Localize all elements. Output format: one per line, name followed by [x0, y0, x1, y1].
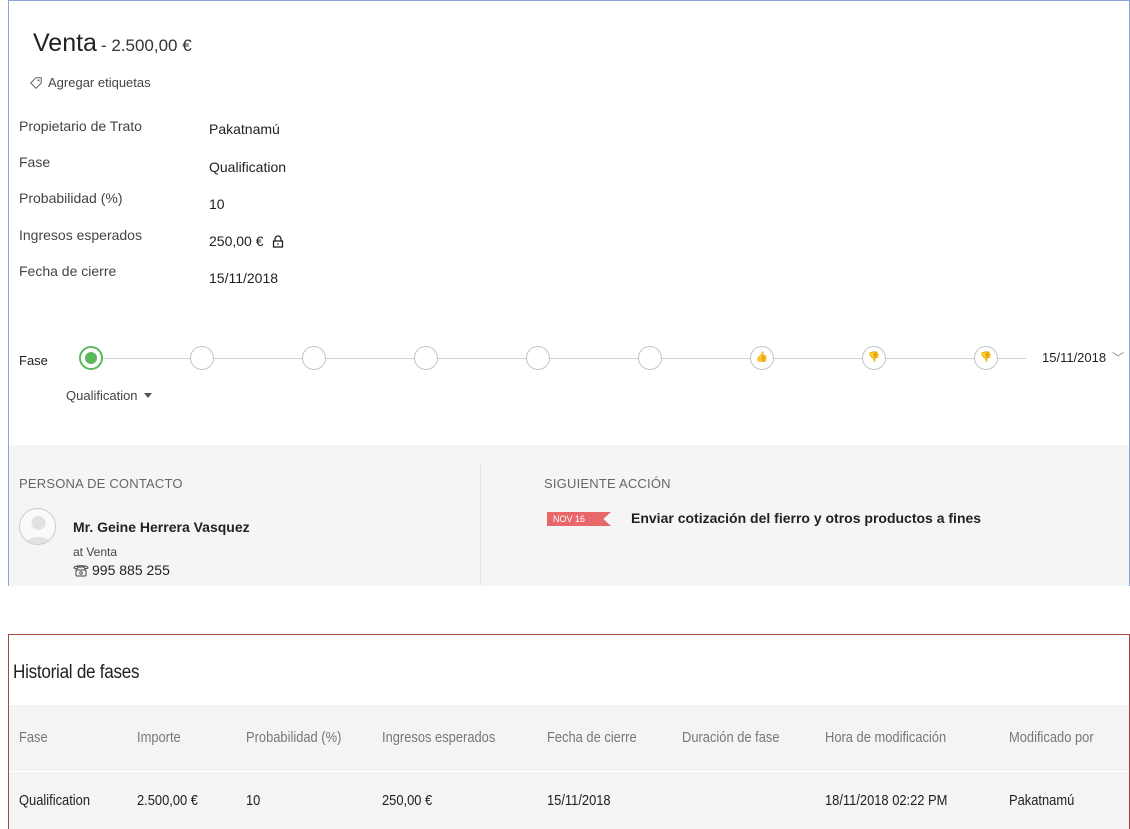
stage-node-lost-competition[interactable]: 👎 [974, 346, 998, 370]
stage-node-3[interactable] [302, 346, 326, 370]
thumbs-down-icon: 👎 [867, 352, 881, 363]
contact-company: at Venta [73, 545, 118, 559]
panel-divider [480, 463, 481, 585]
field-owner-label: Propietario de Trato [19, 118, 142, 134]
contact-phone-number: 995 885 255 [92, 562, 170, 578]
field-stage-label: Fase [19, 154, 51, 170]
next-action-date: NOV 16 [553, 514, 586, 524]
table-cell-amount: 2.500,00 € [137, 792, 198, 809]
table-cell-stage: Qualification [19, 792, 90, 809]
field-probability-label: Probabilidad (%) [19, 190, 123, 206]
field-stage-value[interactable]: Qualification [209, 159, 286, 175]
contact-avatar[interactable] [19, 508, 56, 545]
lock-icon [272, 234, 283, 248]
stage-select-dropdown[interactable]: Qualification [66, 388, 152, 403]
field-closing-date-label: Fecha de cierre [19, 263, 117, 279]
table-cell-probability: 10 [246, 792, 261, 809]
next-action-date-badge: NOV 16 [547, 512, 611, 526]
field-expected-revenue-value: 250,00 € [209, 233, 284, 249]
add-tags-link[interactable]: Agregar etiquetas [29, 75, 151, 90]
field-probability-value[interactable]: 10 [209, 196, 225, 212]
stage-select-value: Qualification [66, 388, 138, 403]
expected-revenue-amount: 250,00 € [209, 233, 264, 249]
stage-node-qualification[interactable] [79, 346, 103, 370]
table-header-row: Fase Importe Probabilidad (%) Ingresos e… [9, 705, 1129, 771]
column-header[interactable]: Ingresos esperados [382, 729, 495, 746]
field-expected-revenue-label: Ingresos esperados [19, 227, 142, 243]
active-stage-dot [85, 352, 97, 364]
table-cell-modified-by: Pakatnamú [1009, 792, 1075, 809]
thumbs-up-icon: 👍 [755, 352, 769, 363]
field-owner-value[interactable]: Pakatnamú [209, 121, 280, 137]
column-header[interactable]: Fase [19, 729, 48, 746]
column-header[interactable]: Hora de modificación [825, 729, 946, 746]
column-header[interactable]: Duración de fase [682, 729, 780, 746]
tag-icon [30, 76, 42, 89]
info-panel: PERSONA DE CONTACTO Mr. Geine Herrera Va… [9, 445, 1129, 586]
next-action-text[interactable]: Enviar cotización del fierro y otros pro… [631, 510, 981, 526]
stage-history-title: Historial de fases [13, 662, 140, 683]
stage-closing-date: 15/11/2018 [1042, 350, 1107, 365]
stage-node-5[interactable] [526, 346, 550, 370]
deal-name: Venta [33, 29, 97, 57]
deal-title: Venta - 2.500,00 € [33, 29, 192, 58]
thumbs-down-icon: 👎 [979, 352, 993, 363]
next-action-heading: SIGUIENTE ACCIÓN [544, 476, 671, 491]
phone-icon [73, 564, 89, 576]
avatar-placeholder-icon [24, 516, 53, 544]
stage-node-won[interactable]: 👍 [750, 346, 774, 370]
stage-node-6[interactable] [638, 346, 662, 370]
table-row: Qualification 2.500,00 € 10 250,00 € 15/… [9, 771, 1129, 829]
stage-tracker-label: Fase [19, 353, 48, 368]
deal-card: Venta - 2.500,00 € Agregar etiquetas Prop… [8, 0, 1130, 586]
add-tags-label: Agregar etiquetas [48, 75, 151, 90]
column-header[interactable]: Modificado por [1009, 729, 1094, 746]
column-header[interactable]: Fecha de cierre [547, 729, 637, 746]
stage-closing-date-dropdown[interactable]: 15/11/2018 ﹀ [1042, 349, 1124, 366]
stage-node-4[interactable] [414, 346, 438, 370]
column-header[interactable]: Probabilidad (%) [246, 729, 341, 746]
contact-heading: PERSONA DE CONTACTO [19, 476, 183, 491]
contact-name[interactable]: Mr. Geine Herrera Vasquez [73, 519, 250, 535]
table-cell-modified-time: 18/11/2018 02:22 PM [825, 792, 948, 809]
chevron-down-icon: ﹀ [1112, 351, 1125, 365]
stage-node-lost[interactable]: 👎 [862, 346, 886, 370]
caret-down-icon [143, 393, 152, 398]
table-cell-expected-revenue: 250,00 € [382, 792, 433, 809]
column-header[interactable]: Importe [137, 729, 181, 746]
stage-history-panel: Historial de fases Fase Importe Probabil… [8, 634, 1130, 829]
field-closing-date-value[interactable]: 15/11/2018 [209, 270, 278, 286]
table-cell-closing-date: 15/11/2018 [547, 792, 611, 809]
contact-phone[interactable]: 995 885 255 [73, 562, 170, 578]
stage-node-2[interactable] [190, 346, 214, 370]
deal-amount: - 2.500,00 € [100, 36, 192, 55]
stage-track-line [99, 358, 1026, 359]
